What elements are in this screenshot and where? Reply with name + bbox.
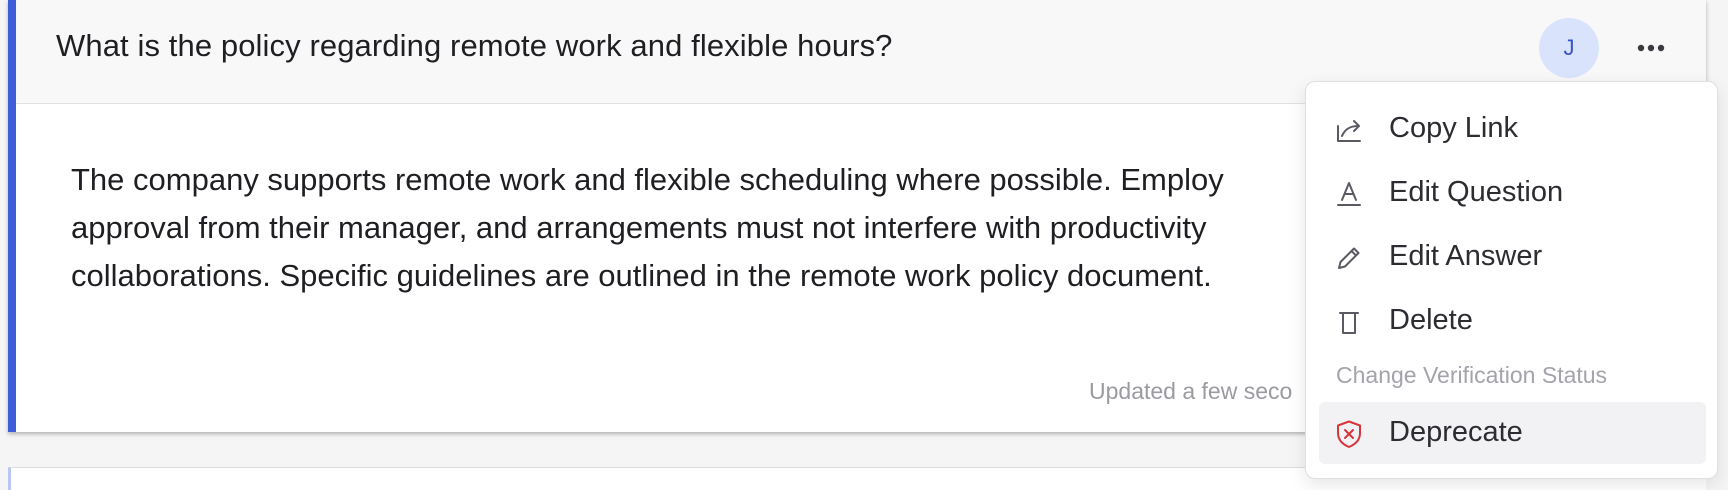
menu-item-edit-answer[interactable]: Edit Answer [1319,226,1706,288]
updated-timestamp: Updated a few seco [1089,378,1293,404]
page: What is the policy regarding remote work… [0,0,1728,490]
pencil-icon [1334,243,1364,273]
question-title: What is the policy regarding remote work… [56,28,893,63]
menu-item-deprecate[interactable]: Deprecate [1319,402,1706,464]
ellipsis-icon [1637,44,1665,52]
actions-dropdown-menu: Copy Link Edit Question Edit Answer Dele… [1305,81,1718,479]
menu-item-copy-link[interactable]: Copy Link [1319,98,1706,160]
menu-item-label: Deprecate [1389,416,1523,448]
verification-status-section-label: Change Verification Status [1336,362,1608,388]
text-format-icon [1334,179,1364,209]
answer-line: The company supports remote work and fle… [71,162,1224,197]
menu-item-edit-question[interactable]: Edit Question [1319,162,1706,224]
answer-body: The company supports remote work and fle… [71,156,1311,306]
menu-item-label: Delete [1389,304,1473,336]
menu-item-label: Copy Link [1389,112,1518,144]
menu-item-label: Edit Question [1389,176,1564,208]
menu-item-label: Edit Answer [1389,240,1543,272]
more-options-button[interactable] [1628,26,1674,70]
menu-item-delete[interactable]: Delete [1319,290,1706,352]
shield-x-icon [1334,419,1364,449]
answer-line: approval from their manager, and arrange… [71,210,1207,245]
share-arrow-icon [1334,115,1364,145]
trash-icon [1334,307,1364,337]
answer-line: collaborations. Specific guidelines are … [71,258,1212,293]
avatar[interactable]: J [1539,18,1599,78]
